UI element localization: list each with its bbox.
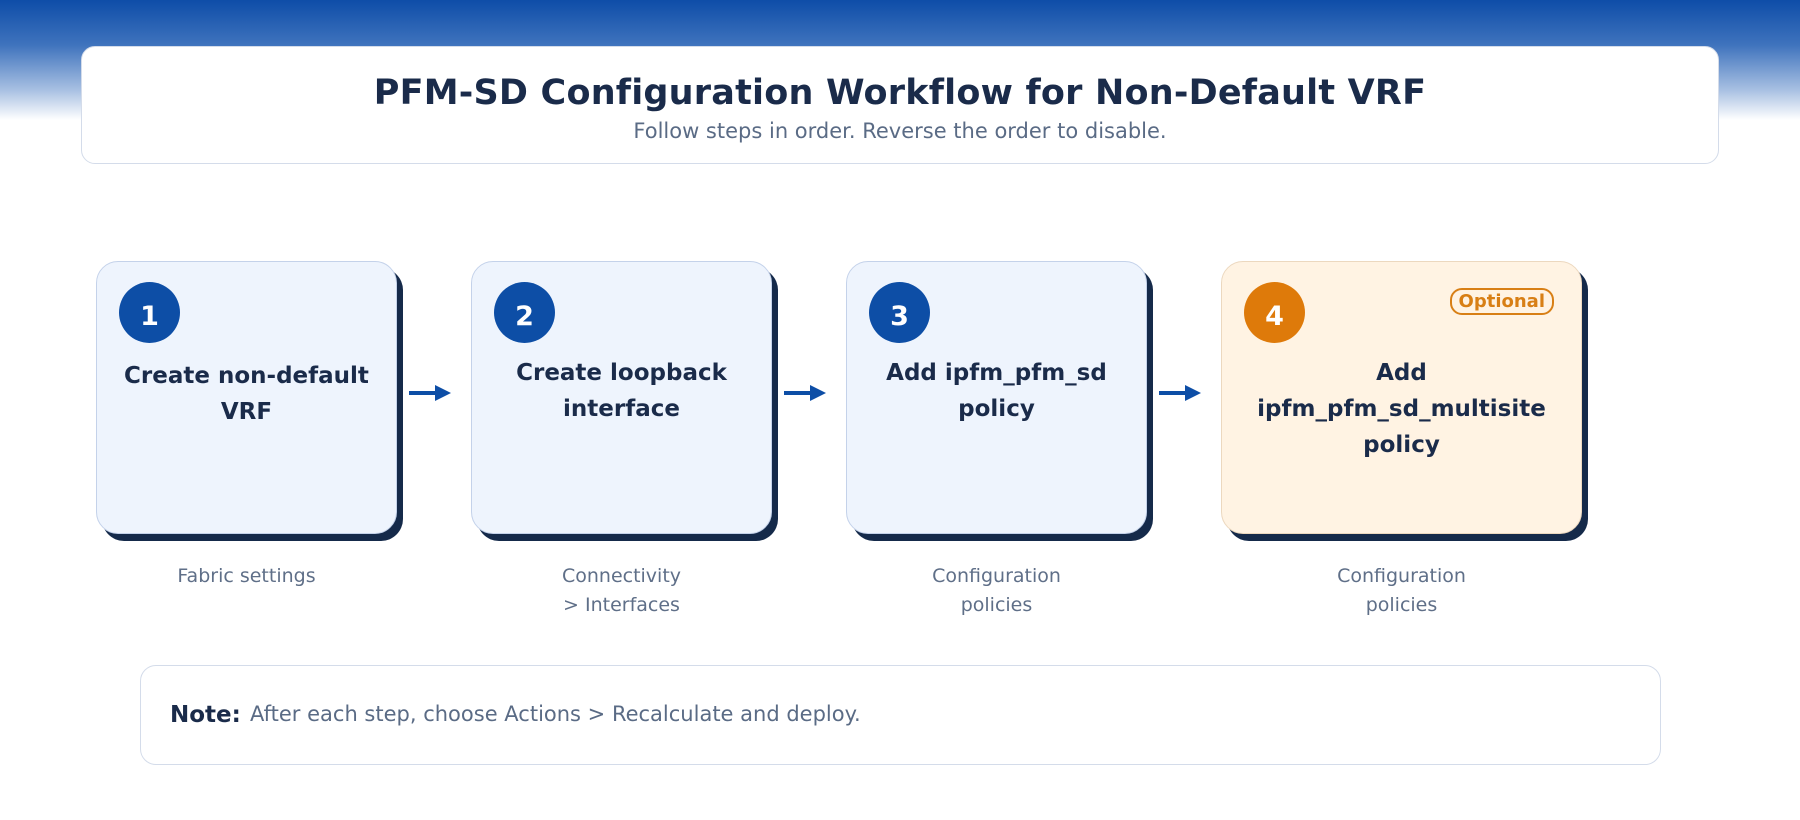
step-card-1: 1 Create non-default VRF: [96, 261, 397, 534]
diagram-subtitle: Follow steps in order. Reverse the order…: [633, 119, 1167, 143]
step-title-line: VRF: [220, 399, 273, 425]
header-card: PFM-SD Configuration Workflow for Non-De…: [81, 46, 1719, 164]
step-caption-line: policies: [960, 594, 1033, 616]
step-number-badge: 2: [494, 282, 555, 343]
step-title-line: policy: [1363, 432, 1440, 458]
step-caption-line: Configuration: [1337, 565, 1466, 587]
step-title: Create loopback interface: [484, 355, 759, 427]
diagram-title: PFM-SD Configuration Workflow for Non-De…: [373, 73, 1427, 113]
step-title: Create non-default VRF: [109, 358, 384, 430]
optional-badge: Optional: [1449, 288, 1554, 315]
step-number-badge: 3: [869, 282, 930, 343]
step-caption-1: Fabric settings: [96, 562, 397, 591]
step-caption-line: > Interfaces: [563, 594, 680, 616]
step-title-line: interface: [563, 396, 680, 422]
note-label: Note:: [170, 702, 241, 728]
step-caption-line: policies: [1365, 594, 1438, 616]
step-title: Add ipfm_pfm_sd_multisite policy: [1228, 355, 1575, 463]
step-card-3: 3 Add ipfm_pfm_sd policy: [846, 261, 1147, 534]
step-caption-line: Configuration: [932, 565, 1061, 587]
step-card-4: 4 Optional Add ipfm_pfm_sd_multisite pol…: [1221, 261, 1582, 534]
step-title-line: Create loopback: [516, 360, 727, 386]
arrow-right-icon: [1159, 385, 1201, 401]
step-caption-line: Connectivity: [561, 565, 682, 587]
step-caption-3: Configuration policies: [846, 562, 1147, 620]
note-text: After each step, choose Actions > Recalc…: [250, 702, 861, 726]
step-number-badge: 1: [119, 282, 180, 343]
step-title-line: Add ipfm_pfm_sd: [886, 360, 1107, 386]
step-caption-4: Configuration policies: [1221, 562, 1582, 620]
step-number-badge: 4: [1244, 282, 1305, 343]
step-title-line: Create non-default: [124, 363, 369, 389]
step-caption-line: Fabric settings: [177, 565, 316, 587]
step-title-line: policy: [958, 396, 1035, 422]
step-card-2: 2 Create loopback interface: [471, 261, 772, 534]
note-card: Note: After each step, choose Actions > …: [140, 665, 1661, 765]
arrow-right-icon: [409, 385, 451, 401]
step-caption-2: Connectivity > Interfaces: [471, 562, 772, 620]
step-title: Add ipfm_pfm_sd policy: [859, 355, 1134, 427]
step-title-line: Add ipfm_pfm_sd_multisite: [1257, 360, 1546, 422]
arrow-right-icon: [784, 385, 826, 401]
